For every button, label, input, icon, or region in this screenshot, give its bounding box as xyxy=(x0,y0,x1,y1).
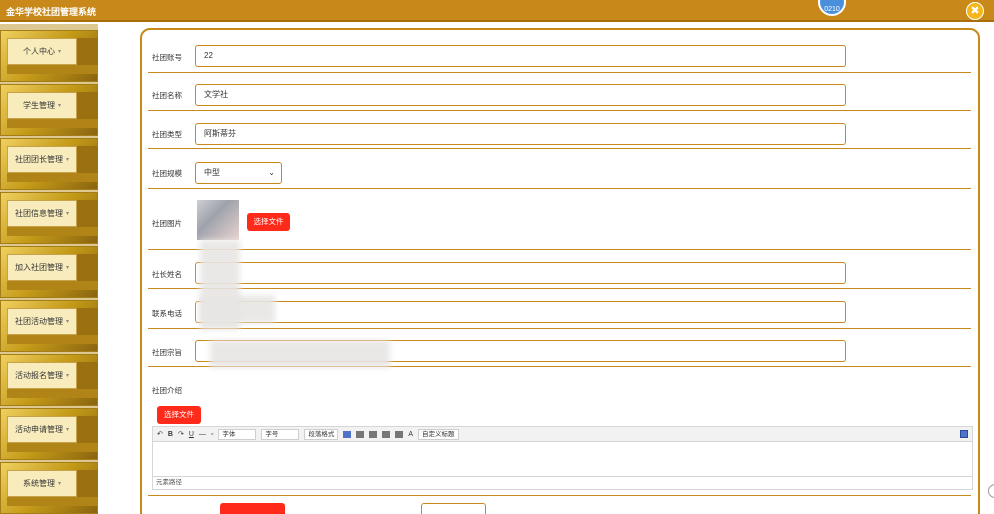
intro-label: 社团介绍 xyxy=(152,386,182,395)
sidebar-item-club-info-management[interactable]: 社团信息管理 ▾ xyxy=(0,192,98,244)
chevron-down-icon: ▾ xyxy=(65,265,69,271)
paragraph-label: 段落格式 xyxy=(308,430,335,438)
custom-title-select[interactable]: 自定义标题 xyxy=(418,428,459,440)
horizontal-rule-icon[interactable]: — xyxy=(199,431,206,438)
chevron-down-icon: ▾ xyxy=(57,49,61,55)
sidebar-item-label: 社团信息管理 xyxy=(14,209,63,218)
sidebar-item-system-management[interactable]: 系统管理 ▾ xyxy=(0,462,98,514)
chevron-down-icon: ▾ xyxy=(57,103,61,109)
leader-name-label: 社长姓名 xyxy=(152,270,182,279)
submit-button[interactable] xyxy=(220,503,285,514)
sidebar-item-label: 加入社团管理 xyxy=(14,263,63,272)
fullscreen-icon[interactable] xyxy=(960,430,968,438)
chevron-down-icon: ▾ xyxy=(65,157,69,163)
avatar[interactable]: 0210 xyxy=(818,0,846,16)
club-size-select[interactable]: 中型 ⌄ xyxy=(195,162,282,184)
redaction-blur xyxy=(200,295,275,323)
font-color-icon[interactable]: A xyxy=(408,431,413,438)
sidebar-item-student-management[interactable]: 学生管理 ▾ xyxy=(0,84,98,136)
chevron-down-icon: ⌄ xyxy=(268,168,275,177)
club-name-input[interactable]: 文学社 xyxy=(195,84,846,106)
sidebar-item-club-activity-management[interactable]: 社团活动管理 ▾ xyxy=(0,300,98,352)
redo-icon[interactable]: ↷ xyxy=(178,430,184,438)
page: 金华学校社团管理系统 0210 ✖ 个人中心 ▾ 学生管理 ▾ 社团团长管理 ▾ 社团… xyxy=(0,0,994,514)
close-icon[interactable]: ✖ xyxy=(966,2,984,20)
club-name-label: 社团名称 xyxy=(152,91,182,100)
club-id-input[interactable]: 22 xyxy=(195,45,846,67)
align-justify-icon[interactable] xyxy=(395,430,404,438)
choose-image-button[interactable]: 选择文件 xyxy=(247,213,290,231)
underline-icon[interactable]: U xyxy=(189,431,194,438)
sidebar: 个人中心 ▾ 学生管理 ▾ 社团团长管理 ▾ 社团信息管理 ▾ 加入社团管理 ▾ 社团活动… xyxy=(0,24,98,514)
align-center-icon[interactable] xyxy=(369,430,378,438)
top-bar: 金华学校社团管理系统 0210 ✖ xyxy=(0,0,994,22)
font-size-label: 字号 xyxy=(265,430,279,438)
club-type-label: 社团类型 xyxy=(152,130,182,139)
form-row-intro-bottom xyxy=(148,466,971,496)
club-id-label: 社团账号 xyxy=(152,53,182,62)
bold-icon[interactable]: B xyxy=(168,431,173,438)
align-left-icon[interactable] xyxy=(356,430,365,438)
clear-format-icon[interactable]: ▫ xyxy=(211,431,213,438)
sidebar-item-label: 社团活动管理 xyxy=(14,317,63,326)
sidebar-item-club-leader-management[interactable]: 社团团长管理 ▾ xyxy=(0,138,98,190)
phone-input[interactable] xyxy=(195,301,846,323)
sidebar-item-activity-application-management[interactable]: 活动申请管理 ▾ xyxy=(0,408,98,460)
font-select-label: 字体 xyxy=(222,430,236,438)
sidebar-item-label: 活动报名管理 xyxy=(14,371,63,380)
redaction-blur xyxy=(210,340,390,368)
sidebar-item-label: 学生管理 xyxy=(22,101,55,110)
undo-icon[interactable]: ↶ xyxy=(157,430,163,438)
table-icon[interactable] xyxy=(343,430,352,438)
choose-intro-file-button[interactable]: 选择文件 xyxy=(157,406,201,424)
app-title: 金华学校社团管理系统 xyxy=(6,7,97,17)
sidebar-item-label: 个人中心 xyxy=(22,47,55,56)
sidebar-item-label: 系统管理 xyxy=(22,479,55,488)
sidebar-item-join-club-management[interactable]: 加入社团管理 ▾ xyxy=(0,246,98,298)
align-right-icon[interactable] xyxy=(382,430,391,438)
chevron-down-icon: ▾ xyxy=(65,319,69,325)
sidebar-item-activity-signup-management[interactable]: 活动报名管理 ▾ xyxy=(0,354,98,406)
font-size-select[interactable]: 字号 xyxy=(261,428,300,440)
custom-title-label: 自定义标题 xyxy=(422,430,455,438)
club-type-input[interactable]: 阿斯蒂芬 xyxy=(195,123,846,145)
club-image-thumbnail xyxy=(197,200,239,240)
club-image-label: 社团图片 xyxy=(152,219,182,228)
chevron-down-icon: ▾ xyxy=(65,427,69,433)
club-size-label: 社团规模 xyxy=(152,169,182,178)
sidebar-item-label: 活动申请管理 xyxy=(14,425,63,434)
scroll-top-button[interactable] xyxy=(988,484,994,498)
editor-toolbar: ↶ B ↷ U — ▫ 字体 字号 段落格式 A 自定义标题 xyxy=(153,427,972,442)
leader-name-input[interactable] xyxy=(195,262,846,284)
reset-button[interactable] xyxy=(421,503,486,514)
phone-label: 联系电话 xyxy=(152,309,182,318)
sidebar-item-label: 社团团长管理 xyxy=(14,155,63,164)
sidebar-item-personal-center[interactable]: 个人中心 ▾ xyxy=(0,30,98,82)
club-size-value: 中型 xyxy=(204,168,220,177)
chevron-down-icon: ▾ xyxy=(57,481,61,487)
paragraph-select[interactable]: 段落格式 xyxy=(304,428,339,440)
chevron-down-icon: ▾ xyxy=(65,373,69,379)
chevron-down-icon: ▾ xyxy=(65,211,69,217)
purpose-label: 社团宗旨 xyxy=(152,348,182,357)
font-select[interactable]: 字体 xyxy=(218,428,257,440)
